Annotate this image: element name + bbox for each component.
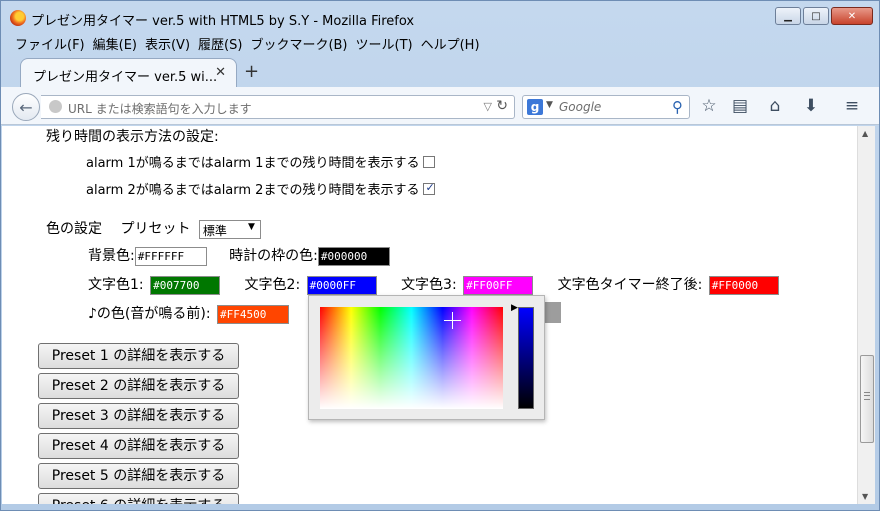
preset-select[interactable]: 標準 ▼ bbox=[198, 219, 261, 239]
value-slider[interactable] bbox=[518, 307, 534, 409]
url-placeholder: URL または検索語句を入力します bbox=[68, 102, 252, 116]
search-bar[interactable]: g ▼ Google ⚲ bbox=[522, 95, 690, 119]
color-heading: 色の設定 bbox=[46, 221, 102, 237]
google-engine-icon[interactable]: g bbox=[527, 99, 543, 115]
new-tab-button[interactable]: + bbox=[244, 61, 259, 82]
text-end-color-input[interactable]: #FF0000 bbox=[708, 275, 779, 295]
text2-color-input[interactable]: #0000FF bbox=[306, 275, 377, 295]
search-placeholder: Google bbox=[559, 100, 602, 114]
preset-selected-value: 標準 bbox=[202, 223, 227, 238]
scroll-up-icon[interactable]: ▲ bbox=[862, 129, 868, 138]
window-controls: ▁ □ ✕ bbox=[775, 7, 873, 25]
scroll-thumb[interactable] bbox=[860, 355, 874, 443]
library-icon[interactable]: ▤ bbox=[729, 95, 751, 117]
maximize-button[interactable]: □ bbox=[803, 7, 829, 25]
preset-label: プリセット bbox=[120, 221, 191, 237]
bg-label: 背景色: bbox=[88, 248, 135, 264]
search-icon[interactable]: ⚲ bbox=[672, 98, 683, 116]
menu-edit[interactable]: 編集(E) bbox=[89, 34, 141, 53]
menu-icon[interactable]: ≡ bbox=[841, 95, 863, 117]
preset-2-button[interactable]: Preset 2 の詳細を表示する bbox=[38, 373, 239, 399]
color-settings-row: 色の設定 プリセット 標準 ▼ bbox=[46, 218, 261, 239]
chevron-down-icon: ▼ bbox=[247, 221, 255, 232]
alarm1-option: alarm 1が鳴るまではalarm 1までの残り時間を表示する bbox=[86, 152, 436, 171]
tab-title: プレゼン用タイマー ver.5 wi... bbox=[33, 70, 218, 85]
close-window-button[interactable]: ✕ bbox=[831, 7, 873, 25]
frame-label: 時計の枠の色: bbox=[229, 248, 318, 264]
alarm1-checkbox[interactable] bbox=[423, 156, 436, 168]
text1-label: 文字色1: bbox=[88, 277, 144, 293]
menu-file[interactable]: ファイル(F) bbox=[11, 34, 89, 53]
color-picker-popup: ▶ bbox=[308, 295, 545, 420]
text3-color-input[interactable]: #FF00FF bbox=[463, 275, 534, 295]
page-content: 残り時間の表示方法の設定: alarm 1が鳴るまではalarm 1までの残り時… bbox=[2, 126, 857, 504]
menu-view[interactable]: 表示(V) bbox=[141, 34, 194, 53]
preset-3-button[interactable]: Preset 3 の詳細を表示する bbox=[38, 403, 239, 429]
crosshair-vertical bbox=[452, 312, 453, 329]
text3-label: 文字色3: bbox=[401, 277, 457, 293]
title-bar: プレゼン用タイマー ver.5 with HTML5 by S.Y - Mozi… bbox=[1, 1, 879, 33]
frame-color-input[interactable]: #000000 bbox=[317, 246, 390, 266]
preset-6-button[interactable]: Preset 6 の詳細を表示する bbox=[38, 493, 239, 504]
alarm2-label: alarm 2が鳴るまではalarm 2までの残り時間を表示する bbox=[86, 183, 420, 198]
firefox-logo-icon bbox=[10, 10, 26, 26]
window-title: プレゼン用タイマー ver.5 with HTML5 by S.Y - Mozi… bbox=[31, 14, 415, 29]
tab-bar: プレゼン用タイマー ver.5 wi... ✕ + bbox=[1, 55, 879, 88]
text-colors-row: 文字色1: #007700 文字色2: #0000FF 文字色3: #FF00F… bbox=[88, 274, 779, 295]
text-end-label: 文字色タイマー終了後: bbox=[557, 277, 703, 293]
back-button[interactable]: ← bbox=[12, 93, 40, 121]
home-icon[interactable]: ⌂ bbox=[764, 95, 786, 117]
preset-5-button[interactable]: Preset 5 の詳細を表示する bbox=[38, 463, 239, 489]
download-icon[interactable]: ⬇ bbox=[800, 95, 822, 117]
url-history-dropdown-icon[interactable]: ▽ bbox=[484, 100, 492, 113]
back-arrow-icon: ← bbox=[19, 97, 33, 117]
alarm2-checkbox[interactable] bbox=[423, 181, 436, 195]
grip-icon bbox=[864, 392, 870, 400]
globe-icon bbox=[49, 100, 62, 113]
bg-frame-row: 背景色: #FFFFFF 時計の枠の色: #000000 bbox=[88, 245, 390, 266]
menu-bookmarks[interactable]: ブックマーク(B) bbox=[246, 34, 351, 53]
tab-close-icon[interactable]: ✕ bbox=[215, 65, 226, 80]
star-icon[interactable]: ☆ bbox=[698, 95, 720, 117]
reload-icon[interactable]: ↻ bbox=[496, 98, 508, 114]
scroll-down-icon[interactable]: ▼ bbox=[862, 492, 868, 501]
hue-saturation-field[interactable] bbox=[320, 307, 503, 409]
preset-4-button[interactable]: Preset 4 の詳細を表示する bbox=[38, 433, 239, 459]
text2-label: 文字色2: bbox=[244, 277, 301, 293]
remaining-heading: 残り時間の表示方法の設定: bbox=[46, 129, 219, 145]
browser-window: プレゼン用タイマー ver.5 with HTML5 by S.Y - Mozi… bbox=[0, 0, 880, 511]
note-label: ♪の色(音が鳴る前): bbox=[88, 306, 211, 322]
menu-help[interactable]: ヘルプ(H) bbox=[417, 34, 484, 53]
value-slider-arrow-icon[interactable]: ▶ bbox=[511, 303, 518, 313]
minimize-button[interactable]: ▁ bbox=[775, 7, 801, 25]
url-bar[interactable]: URL または検索語句を入力します ▽ ↻ bbox=[41, 95, 515, 119]
tab-active[interactable]: プレゼン用タイマー ver.5 wi... ✕ bbox=[20, 58, 237, 88]
menu-tools[interactable]: ツール(T) bbox=[352, 34, 417, 53]
note-color-input[interactable]: #FF4500 bbox=[217, 304, 290, 324]
note-color-row: ♪の色(音が鳴る前): #FF4500 bbox=[88, 303, 290, 324]
preset-1-button[interactable]: Preset 1 の詳細を表示する bbox=[38, 343, 239, 369]
menu-history[interactable]: 履歴(S) bbox=[194, 34, 246, 53]
page-scrollbar[interactable]: ▲ ▼ bbox=[857, 126, 875, 504]
text1-color-input[interactable]: #007700 bbox=[150, 275, 221, 295]
bg-color-input[interactable]: #FFFFFF bbox=[134, 246, 207, 266]
navigation-bar: ← URL または検索語句を入力します ▽ ↻ g ▼ Google ⚲ ☆ ▤… bbox=[1, 87, 879, 125]
menu-bar: ファイル(F) 編集(E) 表示(V) 履歴(S) ブックマーク(B) ツール(… bbox=[11, 34, 484, 53]
alarm2-option: alarm 2が鳴るまではalarm 2までの残り時間を表示する bbox=[86, 179, 436, 198]
engine-dropdown-icon[interactable]: ▼ bbox=[546, 100, 553, 110]
gray-swatch bbox=[545, 302, 561, 323]
alarm1-label: alarm 1が鳴るまではalarm 1までの残り時間を表示する bbox=[86, 156, 420, 171]
